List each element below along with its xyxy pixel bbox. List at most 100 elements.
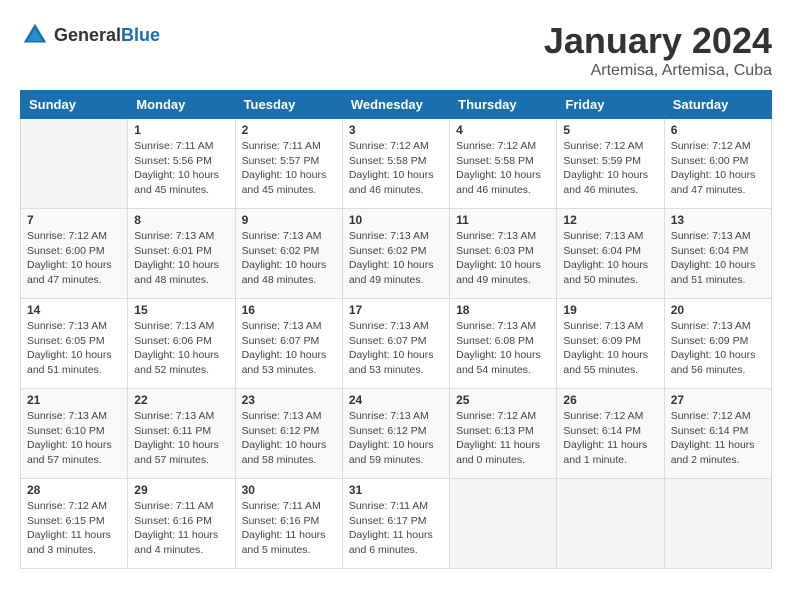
day-info: Sunrise: 7:13 AM Sunset: 6:12 PM Dayligh… xyxy=(242,409,336,468)
day-info: Sunrise: 7:12 AM Sunset: 6:15 PM Dayligh… xyxy=(27,499,121,558)
calendar-body: 1 Sunrise: 7:11 AM Sunset: 5:56 PM Daylig… xyxy=(21,119,772,569)
page-header: GeneralBlue January 2024 Artemisa, Artem… xyxy=(20,20,772,80)
day-number: 10 xyxy=(349,213,443,227)
day-number: 28 xyxy=(27,483,121,497)
calendar-cell: 18 Sunrise: 7:13 AM Sunset: 6:08 PM Dayli… xyxy=(450,299,557,389)
header-monday: Monday xyxy=(128,91,235,119)
calendar-cell: 6Sunrise: 7:12 AM Sunset: 6:00 PM Daylig… xyxy=(664,119,771,209)
day-number: 18 xyxy=(456,303,550,317)
calendar-cell: 9Sunrise: 7:13 AM Sunset: 6:02 PM Daylig… xyxy=(235,209,342,299)
logo: GeneralBlue xyxy=(20,20,160,50)
day-number: 12 xyxy=(563,213,657,227)
day-info: Sunrise: 7:13 AM Sunset: 6:07 PM Dayligh… xyxy=(242,319,336,378)
day-number: 17 xyxy=(349,303,443,317)
day-info: Sunrise: 7:13 AM Sunset: 6:10 PM Dayligh… xyxy=(27,409,121,468)
day-info: Sunrise: 7:13 AM Sunset: 6:03 PM Dayligh… xyxy=(456,229,550,288)
day-number: 7 xyxy=(27,213,121,227)
day-info: Sunrise: 7:12 AM Sunset: 6:14 PM Dayligh… xyxy=(563,409,657,468)
day-info: Sunrise: 7:11 AM Sunset: 6:17 PM Dayligh… xyxy=(349,499,443,558)
day-info: Sunrise: 7:12 AM Sunset: 6:00 PM Dayligh… xyxy=(27,229,121,288)
calendar-week-row: 1 Sunrise: 7:11 AM Sunset: 5:56 PM Daylig… xyxy=(21,119,772,209)
calendar-cell: 28 Sunrise: 7:12 AM Sunset: 6:15 PM Dayli… xyxy=(21,479,128,569)
calendar-cell xyxy=(557,479,664,569)
header-tuesday: Tuesday xyxy=(235,91,342,119)
calendar-week-row: 7 Sunrise: 7:12 AM Sunset: 6:00 PM Daylig… xyxy=(21,209,772,299)
calendar-cell xyxy=(450,479,557,569)
logo-icon xyxy=(20,20,50,50)
day-info: Sunrise: 7:13 AM Sunset: 6:06 PM Dayligh… xyxy=(134,319,228,378)
day-info: Sunrise: 7:12 AM Sunset: 5:58 PM Dayligh… xyxy=(456,139,550,198)
day-number: 8 xyxy=(134,213,228,227)
logo-general: General xyxy=(54,25,121,45)
calendar-title: January 2024 xyxy=(544,20,772,62)
day-info: Sunrise: 7:11 AM Sunset: 6:16 PM Dayligh… xyxy=(134,499,228,558)
calendar-cell: 22 Sunrise: 7:13 AM Sunset: 6:11 PM Dayli… xyxy=(128,389,235,479)
day-number: 24 xyxy=(349,393,443,407)
calendar-cell: 1 Sunrise: 7:11 AM Sunset: 5:56 PM Daylig… xyxy=(128,119,235,209)
day-info: Sunrise: 7:12 AM Sunset: 5:59 PM Dayligh… xyxy=(563,139,657,198)
header-thursday: Thursday xyxy=(450,91,557,119)
day-info: Sunrise: 7:13 AM Sunset: 6:02 PM Dayligh… xyxy=(349,229,443,288)
day-number: 23 xyxy=(242,393,336,407)
day-info: Sunrise: 7:11 AM Sunset: 5:57 PM Dayligh… xyxy=(242,139,336,198)
day-number: 30 xyxy=(242,483,336,497)
day-info: Sunrise: 7:12 AM Sunset: 6:13 PM Dayligh… xyxy=(456,409,550,468)
title-section: January 2024 Artemisa, Artemisa, Cuba xyxy=(544,20,772,80)
day-info: Sunrise: 7:13 AM Sunset: 6:09 PM Dayligh… xyxy=(671,319,765,378)
calendar-week-row: 21Sunrise: 7:13 AM Sunset: 6:10 PM Dayli… xyxy=(21,389,772,479)
day-number: 16 xyxy=(242,303,336,317)
day-number: 25 xyxy=(456,393,550,407)
day-number: 29 xyxy=(134,483,228,497)
calendar-cell: 11 Sunrise: 7:13 AM Sunset: 6:03 PM Dayli… xyxy=(450,209,557,299)
day-info: Sunrise: 7:13 AM Sunset: 6:04 PM Dayligh… xyxy=(671,229,765,288)
calendar-cell: 5 Sunrise: 7:12 AM Sunset: 5:59 PM Daylig… xyxy=(557,119,664,209)
calendar-cell xyxy=(21,119,128,209)
day-info: Sunrise: 7:13 AM Sunset: 6:12 PM Dayligh… xyxy=(349,409,443,468)
day-info: Sunrise: 7:13 AM Sunset: 6:07 PM Dayligh… xyxy=(349,319,443,378)
day-info: Sunrise: 7:12 AM Sunset: 5:58 PM Dayligh… xyxy=(349,139,443,198)
day-info: Sunrise: 7:11 AM Sunset: 5:56 PM Dayligh… xyxy=(134,139,228,198)
calendar-cell: 20 Sunrise: 7:13 AM Sunset: 6:09 PM Dayli… xyxy=(664,299,771,389)
day-info: Sunrise: 7:13 AM Sunset: 6:02 PM Dayligh… xyxy=(242,229,336,288)
calendar-cell: 13Sunrise: 7:13 AM Sunset: 6:04 PM Dayli… xyxy=(664,209,771,299)
calendar-cell: 14Sunrise: 7:13 AM Sunset: 6:05 PM Dayli… xyxy=(21,299,128,389)
calendar-header-row: SundayMondayTuesdayWednesdayThursdayFrid… xyxy=(21,91,772,119)
calendar-week-row: 28 Sunrise: 7:12 AM Sunset: 6:15 PM Dayli… xyxy=(21,479,772,569)
calendar-cell: 10 Sunrise: 7:13 AM Sunset: 6:02 PM Dayli… xyxy=(342,209,449,299)
calendar-cell: 7 Sunrise: 7:12 AM Sunset: 6:00 PM Daylig… xyxy=(21,209,128,299)
calendar-cell: 21Sunrise: 7:13 AM Sunset: 6:10 PM Dayli… xyxy=(21,389,128,479)
header-friday: Friday xyxy=(557,91,664,119)
calendar-cell: 27Sunrise: 7:12 AM Sunset: 6:14 PM Dayli… xyxy=(664,389,771,479)
day-number: 22 xyxy=(134,393,228,407)
header-wednesday: Wednesday xyxy=(342,91,449,119)
day-info: Sunrise: 7:13 AM Sunset: 6:04 PM Dayligh… xyxy=(563,229,657,288)
day-number: 5 xyxy=(563,123,657,137)
day-number: 11 xyxy=(456,213,550,227)
day-number: 15 xyxy=(134,303,228,317)
calendar-cell: 30Sunrise: 7:11 AM Sunset: 6:16 PM Dayli… xyxy=(235,479,342,569)
calendar-table: SundayMondayTuesdayWednesdayThursdayFrid… xyxy=(20,90,772,569)
day-number: 26 xyxy=(563,393,657,407)
day-info: Sunrise: 7:13 AM Sunset: 6:09 PM Dayligh… xyxy=(563,319,657,378)
calendar-cell: 16 Sunrise: 7:13 AM Sunset: 6:07 PM Dayli… xyxy=(235,299,342,389)
day-number: 27 xyxy=(671,393,765,407)
calendar-cell: 19 Sunrise: 7:13 AM Sunset: 6:09 PM Dayli… xyxy=(557,299,664,389)
day-info: Sunrise: 7:13 AM Sunset: 6:08 PM Dayligh… xyxy=(456,319,550,378)
calendar-cell: 15 Sunrise: 7:13 AM Sunset: 6:06 PM Dayli… xyxy=(128,299,235,389)
day-number: 14 xyxy=(27,303,121,317)
day-number: 1 xyxy=(134,123,228,137)
calendar-cell: 24 Sunrise: 7:13 AM Sunset: 6:12 PM Dayli… xyxy=(342,389,449,479)
calendar-week-row: 14Sunrise: 7:13 AM Sunset: 6:05 PM Dayli… xyxy=(21,299,772,389)
calendar-cell: 26 Sunrise: 7:12 AM Sunset: 6:14 PM Dayli… xyxy=(557,389,664,479)
header-sunday: Sunday xyxy=(21,91,128,119)
day-number: 2 xyxy=(242,123,336,137)
logo-blue: Blue xyxy=(121,25,160,45)
calendar-cell xyxy=(664,479,771,569)
day-info: Sunrise: 7:13 AM Sunset: 6:11 PM Dayligh… xyxy=(134,409,228,468)
calendar-cell: 29 Sunrise: 7:11 AM Sunset: 6:16 PM Dayli… xyxy=(128,479,235,569)
calendar-cell: 17 Sunrise: 7:13 AM Sunset: 6:07 PM Dayli… xyxy=(342,299,449,389)
header-saturday: Saturday xyxy=(664,91,771,119)
day-number: 6 xyxy=(671,123,765,137)
day-number: 19 xyxy=(563,303,657,317)
day-number: 20 xyxy=(671,303,765,317)
